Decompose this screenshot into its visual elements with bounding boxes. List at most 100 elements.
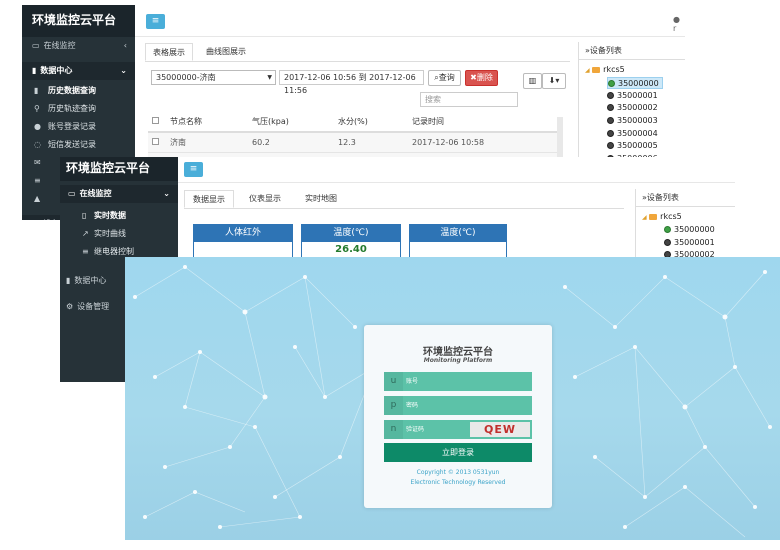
tree-node[interactable]: 35000001	[664, 237, 715, 249]
query-label: 查询	[438, 73, 455, 82]
column-header[interactable]: 气压(kpa)	[248, 112, 334, 133]
nav-label: 在线监控	[79, 189, 112, 198]
subnav-login-log[interactable]: ● 账号登录记录	[22, 118, 135, 136]
bar-chart-icon: ▮	[66, 276, 71, 285]
tree-root-label: rkcs5	[603, 65, 625, 74]
export-icon: ⬇▾	[548, 76, 560, 85]
column-header[interactable]: 记录时间	[408, 112, 563, 133]
device-tree-title: 设备列表	[646, 193, 679, 202]
table-scrollbar[interactable]	[557, 117, 563, 159]
chevron-down-icon: ⌄	[120, 66, 127, 75]
account-placeholder: 账号	[406, 378, 419, 385]
offline-status-icon	[607, 130, 614, 137]
chat-icon: ◌	[34, 140, 41, 149]
nav-label: 数据中心	[40, 66, 73, 75]
nav-online-monitor[interactable]: ▭ 在线监控 ⌄	[60, 185, 178, 203]
online-status-icon	[608, 80, 615, 87]
tree-root-node[interactable]: ◢ rkcs5	[642, 211, 682, 223]
nav-label: 数据中心	[74, 276, 107, 285]
captcha-image[interactable]: QEW	[470, 422, 530, 437]
tree-node-label: 35000004	[617, 129, 658, 138]
gears-icon: ⚙	[32, 215, 39, 220]
tree-node[interactable]: 35000003	[607, 115, 658, 127]
brand-title: 环境监控云平台	[60, 157, 178, 181]
envelope-icon: ✉	[34, 158, 41, 167]
export-button[interactable]: ⬇▾	[542, 73, 566, 89]
folder-icon	[592, 66, 601, 73]
row-select-cell[interactable]	[148, 132, 166, 153]
chevron-down-icon: ⌄	[163, 189, 170, 198]
device-select[interactable]: 35000000-济南 ▼	[151, 70, 276, 85]
tab-realtime-map[interactable]: 实时地图	[296, 190, 346, 208]
captcha-field[interactable]: n 验证码 QEW	[384, 420, 532, 439]
subnav-realtime-data[interactable]: ▯ 实时数据	[60, 207, 178, 225]
delete-button[interactable]: ✖删除	[465, 70, 498, 86]
tree-node[interactable]: 35000004	[607, 128, 658, 140]
tree-root-label: rkcs5	[660, 212, 682, 221]
warning-icon: ▲	[34, 194, 41, 203]
menu-toggle-button[interactable]: ≡	[146, 14, 165, 29]
tab-curve-view[interactable]: 曲线图展示	[197, 43, 255, 61]
subnav-history-data[interactable]: ▮ 历史数据查询	[22, 82, 135, 100]
tree-node-label: 35000005	[617, 141, 658, 150]
password-field[interactable]: p 密码	[384, 396, 532, 415]
user-icon: u	[384, 372, 403, 391]
column-header[interactable]: 节点名称	[166, 112, 248, 133]
offline-status-icon	[607, 104, 614, 111]
nav-online-monitor[interactable]: ▭ 在线监控 ‹	[22, 37, 135, 55]
top-bar: ≡	[178, 157, 735, 183]
columns-button[interactable]: ▥	[523, 73, 542, 89]
login-subtitle: Monitoring Platform	[423, 357, 493, 364]
sensor-card-value	[194, 242, 292, 258]
collapse-arrow-icon: ◢	[642, 214, 647, 221]
tree-root-node[interactable]: ◢ rkcs5	[585, 64, 625, 76]
offline-status-icon	[607, 142, 614, 149]
captcha-placeholder: 验证码	[406, 426, 425, 433]
subnav-label: 历史轨迹查询	[48, 104, 96, 113]
select-all-cell[interactable]	[148, 112, 166, 133]
table-row[interactable]: 济南 60.2 12.3 2017-12-06 10:58	[148, 132, 563, 153]
search-input[interactable]: 搜索	[420, 92, 518, 107]
table-cell: 60.2	[248, 132, 334, 153]
tree-node[interactable]: 35000005	[607, 140, 658, 152]
lock-icon: p	[384, 396, 403, 415]
menu-toggle-button[interactable]: ≡	[184, 162, 203, 177]
user-menu[interactable]: ● r	[673, 15, 685, 33]
tab-table-view[interactable]: 表格展示	[145, 43, 193, 61]
nav-data-center[interactable]: ▮ 数据中心 ⌄	[22, 62, 135, 80]
tree-node[interactable]: 35000000	[607, 77, 663, 89]
password-placeholder: 密码	[406, 402, 419, 409]
query-button[interactable]: ⌕查询	[428, 70, 461, 86]
login-title: 环境监控云平台	[423, 347, 493, 358]
map-marker-icon: ⚲	[34, 104, 40, 113]
tree-node-label: 35000001	[617, 91, 658, 100]
account-field[interactable]: u 账号	[384, 372, 532, 391]
collapse-arrow-icon: ◢	[585, 67, 590, 74]
sensor-card-title: 温度(℃)	[410, 225, 506, 242]
chevron-left-icon: ‹	[123, 41, 127, 50]
table-header-row: 节点名称 气压(kpa) 水分(%) 记录时间	[148, 112, 563, 133]
tab-gauge-display[interactable]: 仪表显示	[240, 190, 290, 208]
date-range-input[interactable]: 2017-12-06 10:56 到 2017-12-06 11:56	[279, 70, 424, 95]
hamburger-icon: ≡	[151, 16, 160, 26]
bar-chart-icon: ▮	[32, 66, 37, 75]
column-header[interactable]: 水分(%)	[334, 112, 408, 133]
tree-node[interactable]: 35000002	[607, 102, 658, 114]
tree-node[interactable]: 35000001	[607, 90, 658, 102]
sensor-card-title: 人体红外	[194, 225, 292, 242]
sliders-icon: ≡	[82, 247, 89, 256]
login-button[interactable]: 立即登录	[384, 443, 532, 462]
subnav-sms-log[interactable]: ◌ 短信发送记录	[22, 136, 135, 154]
brand-title: 环境监控云平台	[22, 5, 135, 37]
view-tabs: 表格展示 曲线图展示	[145, 42, 570, 62]
tree-node-label: 35000000	[674, 225, 715, 234]
sliders-icon: ≡	[34, 176, 41, 185]
subnav-history-track[interactable]: ⚲ 历史轨迹查询	[22, 100, 135, 118]
checkbox[interactable]	[152, 137, 159, 145]
checkbox[interactable]	[152, 117, 159, 124]
caret-down-icon: ▼	[267, 74, 272, 81]
tree-node[interactable]: 35000000	[664, 224, 715, 236]
tab-data-display[interactable]: 数据显示	[184, 190, 234, 208]
offline-status-icon	[607, 117, 614, 124]
subnav-realtime-curve[interactable]: ↗ 实时曲线	[60, 225, 178, 243]
